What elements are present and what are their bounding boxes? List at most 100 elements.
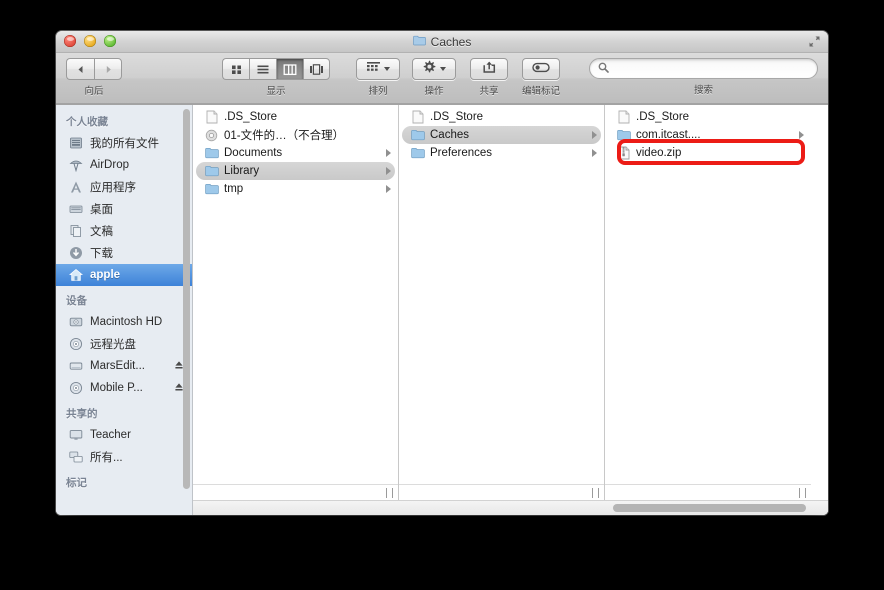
sidebar-item-applications[interactable]: 应用程序	[56, 176, 192, 198]
window-body: 个人收藏 我的所有文件 AirDrop 应用程序 桌面 文稿 下载 apple …	[56, 105, 828, 515]
column-caches: .DS_Store com.itcast.... video.zip	[605, 105, 811, 500]
sidebar-item-label: Mobile P...	[90, 382, 143, 394]
sidebar-item-mobile-p[interactable]: Mobile P...	[56, 377, 192, 399]
horizontal-scroll-thumb[interactable]	[613, 504, 806, 512]
file-row[interactable]: .DS_Store	[196, 108, 395, 126]
window-title: Caches	[412, 35, 471, 49]
sidebar-item-remote-disc[interactable]: 远程光盘	[56, 333, 192, 355]
file-row[interactable]: Library	[196, 162, 395, 180]
folder-icon	[410, 128, 425, 143]
display-icon	[68, 427, 84, 443]
folder-icon	[412, 35, 426, 49]
close-button[interactable]	[64, 35, 76, 47]
column-resize-handle[interactable]	[193, 484, 398, 500]
file-name: .DS_Store	[224, 111, 278, 123]
column-browser: .DS_Store 01-文件的…（不合理） Documents Library…	[193, 105, 828, 515]
disclosure-arrow-icon	[386, 185, 391, 193]
arrange-grid-icon	[366, 60, 381, 78]
chevron-down-icon	[439, 67, 446, 71]
sidebar-item-label: AirDrop	[90, 159, 129, 171]
sidebar-item-downloads[interactable]: 下载	[56, 242, 192, 264]
documents-icon	[68, 223, 84, 239]
share-button[interactable]	[470, 58, 508, 80]
sidebar-item-label: apple	[90, 269, 121, 281]
forward-button[interactable]	[94, 58, 122, 80]
folder-icon	[204, 146, 219, 161]
external-drive-icon	[68, 358, 84, 374]
file-row[interactable]: com.itcast....	[608, 126, 808, 144]
view-mode-label: 显示	[266, 86, 286, 97]
gear-file-icon	[204, 128, 219, 143]
action-button[interactable]	[412, 58, 456, 80]
edit-tags-button[interactable]	[522, 58, 560, 80]
edit-tags-label: 编辑标记	[522, 86, 561, 97]
column-view-button[interactable]	[276, 58, 303, 80]
navigation-label: 向后	[84, 86, 104, 97]
back-button[interactable]	[66, 58, 94, 80]
finder-sidebar: 个人收藏 我的所有文件 AirDrop 应用程序 桌面 文稿 下载 apple …	[56, 105, 193, 515]
sidebar-item-label: 远程光盘	[90, 339, 136, 351]
file-name: com.itcast....	[636, 129, 701, 141]
file-row[interactable]: video.zip	[608, 144, 808, 162]
minimize-button[interactable]	[84, 35, 96, 47]
column-resize-handle[interactable]	[399, 484, 604, 500]
file-name: tmp	[224, 183, 244, 195]
column-library-items: .DS_Store Caches Preferences	[399, 105, 604, 484]
sidebar-item-label: Macintosh HD	[90, 316, 163, 328]
file-row[interactable]: Preferences	[402, 144, 601, 162]
window-titlebar[interactable]: Caches	[56, 31, 828, 53]
fullscreen-arrows-icon[interactable]	[808, 35, 821, 48]
file-row[interactable]: .DS_Store	[608, 108, 808, 126]
search-field[interactable]	[589, 58, 818, 79]
column-home: .DS_Store 01-文件的…（不合理） Documents Library…	[193, 105, 399, 500]
sidebar-item-macintosh-hd[interactable]: Macintosh HD	[56, 311, 192, 333]
share-label: 共享	[479, 86, 499, 97]
column-row: .DS_Store 01-文件的…（不合理） Documents Library…	[193, 105, 828, 500]
column-caches-items: .DS_Store com.itcast.... video.zip	[605, 105, 811, 484]
column-resize-handle[interactable]	[605, 484, 811, 500]
disc-icon	[68, 380, 84, 396]
sidebar-scrollbar[interactable]	[183, 109, 190, 489]
file-row[interactable]: 01-文件的…（不合理）	[196, 126, 395, 144]
file-row[interactable]: tmp	[196, 180, 395, 198]
sidebar-item-marsedit[interactable]: MarsEdit...	[56, 355, 192, 377]
arrange-group: 排列	[356, 58, 400, 97]
sidebar-item-all-shared[interactable]: 所有...	[56, 446, 192, 468]
column-home-items: .DS_Store 01-文件的…（不合理） Documents Library…	[193, 105, 398, 484]
zoom-button[interactable]	[104, 35, 116, 47]
search-input[interactable]	[614, 62, 809, 75]
folder-icon	[410, 146, 425, 161]
desktop-icon	[68, 201, 84, 217]
file-row[interactable]: .DS_Store	[402, 108, 601, 126]
sidebar-section-favorites: 个人收藏	[66, 116, 108, 128]
icon-view-button[interactable]	[222, 58, 249, 80]
file-row[interactable]: Documents	[196, 144, 395, 162]
list-view-button[interactable]	[249, 58, 276, 80]
sidebar-item-all-files[interactable]: 我的所有文件	[56, 132, 192, 154]
column-library: .DS_Store Caches Preferences	[399, 105, 605, 500]
airdrop-icon	[68, 157, 84, 173]
file-name: .DS_Store	[636, 111, 690, 123]
sidebar-item-label: 所有...	[90, 452, 123, 464]
sidebar-item-desktop[interactable]: 桌面	[56, 198, 192, 220]
folder-icon	[204, 164, 219, 179]
share-group: 共享	[470, 58, 508, 97]
sidebar-item-documents[interactable]: 文稿	[56, 220, 192, 242]
arrange-button[interactable]	[356, 58, 400, 80]
generic-file-icon	[616, 110, 631, 125]
sidebar-item-label: 应用程序	[90, 182, 136, 194]
sidebar-item-teacher[interactable]: Teacher	[56, 424, 192, 446]
gear-icon	[423, 60, 437, 79]
file-row[interactable]: Caches	[402, 126, 601, 144]
search-label: 搜索	[693, 85, 713, 96]
tag-icon	[532, 60, 550, 78]
harddisk-icon	[68, 314, 84, 330]
sidebar-item-airdrop[interactable]: AirDrop	[56, 154, 192, 176]
coverflow-view-button[interactable]	[303, 58, 330, 80]
columns-horizontal-scrollbar[interactable]	[193, 500, 828, 515]
sidebar-item-label: Teacher	[90, 429, 131, 441]
sidebar-item-apple[interactable]: apple	[56, 264, 192, 286]
toolbar-divider	[56, 103, 828, 104]
redaction-line	[706, 131, 785, 140]
disc-icon	[68, 336, 84, 352]
